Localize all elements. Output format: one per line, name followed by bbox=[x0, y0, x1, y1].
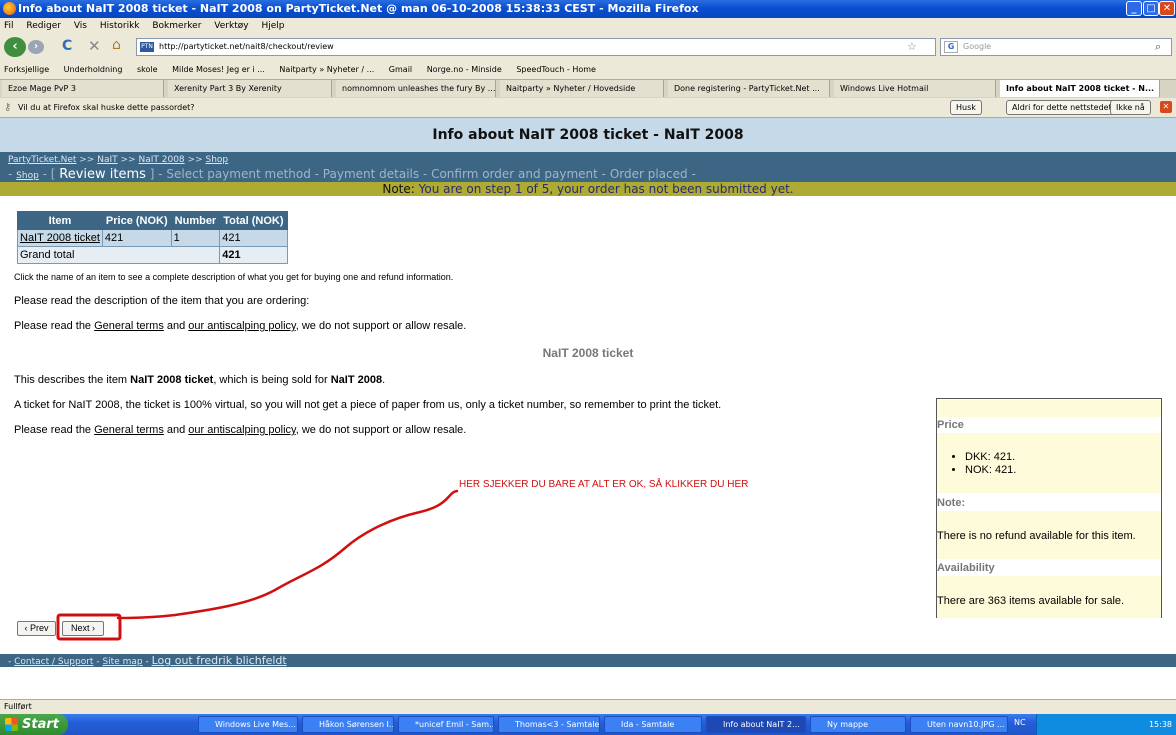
site-footer: - Contact / Support - Site map - Log out… bbox=[0, 654, 1176, 667]
taskbar-item[interactable]: Ida - Samtale bbox=[604, 716, 702, 733]
taskbar-item[interactable]: Thomas<3 - Samtale bbox=[498, 716, 600, 733]
site-map-link[interactable]: Site map bbox=[102, 657, 142, 667]
clock[interactable]: 15:38 bbox=[1149, 720, 1172, 729]
language-indicator[interactable]: NC bbox=[1014, 718, 1026, 727]
prev-button[interactable]: ‹ Prev bbox=[17, 621, 56, 636]
taskbar-item[interactable]: *unicef Emil - Sam... bbox=[398, 716, 494, 733]
status-bar: Fullført bbox=[0, 699, 1176, 714]
taskbar-item[interactable]: Uten navn10.JPG ... bbox=[910, 716, 1008, 733]
taskbar-item-active[interactable]: Info about NaIT 2... bbox=[706, 716, 806, 733]
taskbar-item[interactable]: Håkon Sørensen I... bbox=[302, 716, 394, 733]
logout-link[interactable]: Log out fredrik blichfeldt bbox=[152, 654, 287, 667]
taskbar-item[interactable]: Ny mappe bbox=[810, 716, 906, 733]
start-button[interactable]: Start bbox=[0, 714, 68, 735]
next-button[interactable]: Next › bbox=[62, 621, 104, 636]
system-tray: 15:38 bbox=[1036, 714, 1176, 735]
annotation-arrow bbox=[56, 489, 459, 641]
contact-support-link[interactable]: Contact / Support bbox=[14, 657, 93, 667]
taskbar-item[interactable]: Windows Live Mes... bbox=[198, 716, 298, 733]
start-label: Start bbox=[22, 717, 59, 732]
windows-logo-icon bbox=[5, 718, 18, 731]
